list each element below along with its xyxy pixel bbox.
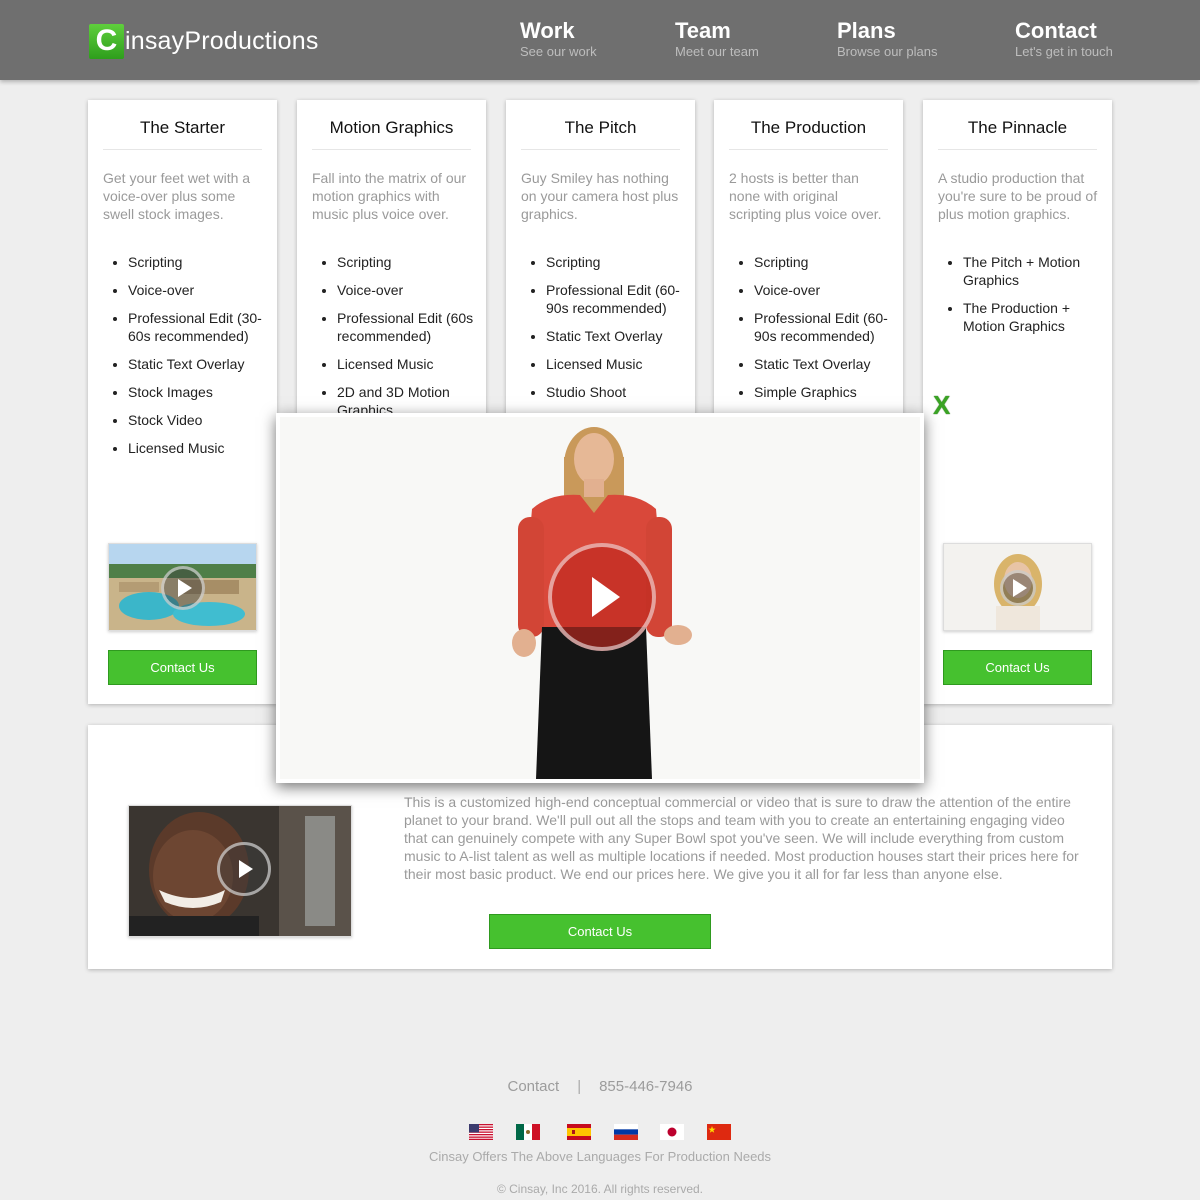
spain-flag-icon[interactable] xyxy=(567,1124,591,1140)
plan-title: The Starter xyxy=(103,118,262,150)
plan-features: Scripting Voice-over Professional Edit (… xyxy=(128,253,265,467)
feature-item: The Production + Motion Graphics xyxy=(963,299,1100,335)
site-header: C insayProductions Work See our work Tea… xyxy=(0,0,1200,80)
plan-description: Guy Smiley has nothing on your camera ho… xyxy=(521,170,679,222)
nav-contact[interactable]: Contact Let's get in touch xyxy=(1015,18,1113,60)
play-icon xyxy=(217,842,271,896)
feature-item: Voice-over xyxy=(754,281,891,299)
plan-title: The Pitch xyxy=(521,118,680,150)
play-icon xyxy=(161,566,205,610)
plan-description: Get your feet wet with a voice-over plus… xyxy=(103,170,251,222)
feature-item: Simple Graphics xyxy=(754,383,891,401)
play-icon[interactable] xyxy=(548,543,656,651)
nav-work[interactable]: Work See our work xyxy=(520,18,597,60)
plan-features: Scripting Voice-over Professional Edit (… xyxy=(754,253,891,411)
plan-features: The Pitch + Motion Graphics The Producti… xyxy=(963,253,1100,345)
close-modal-icon[interactable]: X xyxy=(933,392,950,418)
feature-item: Licensed Music xyxy=(128,439,265,457)
mexico-flag-icon[interactable] xyxy=(516,1124,540,1140)
copyright: © Cinsay, Inc 2016. All rights reserved. xyxy=(496,1182,704,1196)
play-icon xyxy=(1000,570,1036,606)
feature-item: Professional Edit (60s recommended) xyxy=(337,309,474,345)
china-flag-icon[interactable] xyxy=(707,1124,731,1140)
nav-title: Team xyxy=(675,18,731,43)
feature-item: Scripting xyxy=(754,253,891,271)
nav-title: Contact xyxy=(1015,18,1097,43)
feature-item: Studio Shoot xyxy=(546,383,683,401)
nav-plans[interactable]: Plans Browse our plans xyxy=(837,18,937,60)
video-modal xyxy=(276,413,924,783)
nav-subtitle: See our work xyxy=(520,44,597,59)
contact-us-button[interactable]: Contact Us xyxy=(489,914,711,949)
feature-item: Scripting xyxy=(546,253,683,271)
plan-features: Scripting Voice-over Professional Edit (… xyxy=(337,253,474,429)
footer-contact-link[interactable]: Contact xyxy=(507,1078,559,1095)
feature-item: Scripting xyxy=(128,253,265,271)
nav-subtitle: Browse our plans xyxy=(837,44,938,59)
nav-subtitle: Let's get in touch xyxy=(1015,44,1113,59)
feature-item: Scripting xyxy=(337,253,474,271)
feature-item: Stock Images xyxy=(128,383,265,401)
plan-description: A studio production that you're sure to … xyxy=(938,170,1098,222)
us-flag-icon[interactable] xyxy=(469,1124,493,1140)
feature-item: Professional Edit (60-90s recommended) xyxy=(546,281,683,317)
languages-note: Cinsay Offers The Above Languages For Pr… xyxy=(428,1149,772,1164)
nav-subtitle: Meet our team xyxy=(675,44,759,59)
logo-mark: C xyxy=(89,23,124,59)
nav-title: Work xyxy=(520,18,575,43)
logo-text: insayProductions xyxy=(125,26,319,55)
feature-item: Professional Edit (30-60s recommended) xyxy=(128,309,265,345)
video-player[interactable] xyxy=(280,417,920,779)
plan-title: The Production xyxy=(729,118,888,150)
video-thumbnail-host[interactable] xyxy=(943,543,1092,631)
plan-description: 2 hosts is better than none with origina… xyxy=(729,170,882,222)
russia-flag-icon[interactable] xyxy=(614,1124,638,1140)
plan-title: Motion Graphics xyxy=(312,118,471,150)
premium-description: This is a customized high-end conceptual… xyxy=(404,794,1079,882)
footer-links: Contact | 855-446-7946 xyxy=(0,1078,1200,1095)
feature-item: Licensed Music xyxy=(546,355,683,373)
footer-phone[interactable]: 855-446-7946 xyxy=(599,1078,692,1095)
feature-item: The Pitch + Motion Graphics xyxy=(963,253,1100,289)
video-thumbnail-resort[interactable] xyxy=(108,543,257,631)
contact-us-button[interactable]: Contact Us xyxy=(943,650,1092,685)
japan-flag-icon[interactable] xyxy=(660,1124,684,1140)
feature-item: Static Text Overlay xyxy=(546,327,683,345)
plan-features: Scripting Professional Edit (60-90s reco… xyxy=(546,253,683,411)
nav-title: Plans xyxy=(837,18,896,43)
plan-title: The Pinnacle xyxy=(938,118,1097,150)
contact-us-button[interactable]: Contact Us xyxy=(108,650,257,685)
feature-item: Voice-over xyxy=(337,281,474,299)
brand-logo[interactable]: C insayProductions xyxy=(89,23,319,59)
feature-item: Static Text Overlay xyxy=(754,355,891,373)
feature-item: Static Text Overlay xyxy=(128,355,265,373)
language-flags xyxy=(469,1124,733,1140)
video-thumbnail-commercial[interactable] xyxy=(128,805,352,937)
feature-item: Licensed Music xyxy=(337,355,474,373)
feature-item: Professional Edit (60-90s recommended) xyxy=(754,309,891,345)
feature-item: Voice-over xyxy=(128,281,265,299)
plan-card-starter: The Starter Get your feet wet with a voi… xyxy=(88,100,277,704)
nav-team[interactable]: Team Meet our team xyxy=(675,18,759,60)
plan-card-pinnacle: The Pinnacle A studio production that yo… xyxy=(923,100,1112,704)
feature-item: Stock Video xyxy=(128,411,265,429)
footer-separator: | xyxy=(577,1078,582,1095)
plan-description: Fall into the matrix of our motion graph… xyxy=(312,170,467,222)
